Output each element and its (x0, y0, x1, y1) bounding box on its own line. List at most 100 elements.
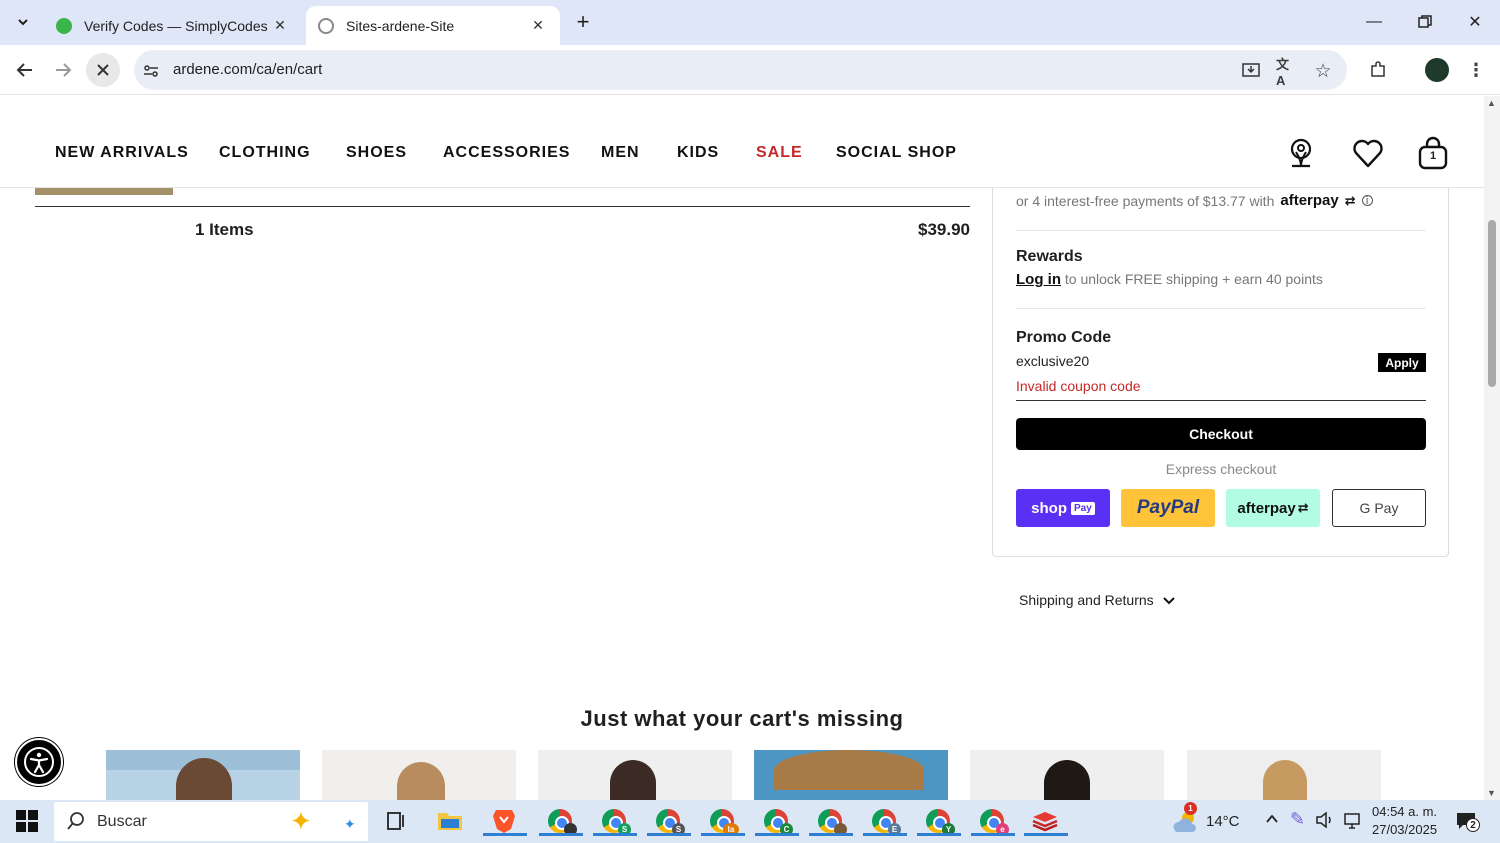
nav-accessories[interactable]: ACCESSORIES (443, 144, 570, 162)
file-explorer-icon[interactable] (435, 806, 465, 836)
apply-promo-button[interactable]: Apply (1378, 353, 1426, 372)
wishlist-heart-icon[interactable] (1350, 136, 1386, 172)
tab-simplycodes[interactable]: Verify Codes — SimplyCodes ✕ (44, 6, 302, 45)
active-app-indicator (539, 833, 583, 836)
extensions-icon[interactable] (1361, 53, 1395, 87)
profile-avatar[interactable] (1420, 53, 1454, 87)
nav-sale[interactable]: SALE (756, 144, 803, 162)
chrome-profile-icon[interactable]: e (971, 806, 1015, 836)
cart-bag-icon[interactable]: 1 (1415, 136, 1451, 172)
temperature-text: 14°C (1206, 813, 1240, 830)
translate-icon[interactable]: 文A (1276, 57, 1298, 88)
active-app-indicator (483, 833, 527, 836)
site-settings-icon[interactable] (140, 60, 162, 82)
copilot-sparkle-icon: ✦ (290, 806, 312, 836)
checkout-button[interactable]: Checkout (1016, 418, 1426, 450)
promo-code-input[interactable]: exclusive20 (1016, 353, 1089, 369)
chrome-profile-icon[interactable]: S (593, 806, 637, 836)
simplycodes-favicon-icon (56, 17, 72, 34)
chrome-profile-icon[interactable]: C (755, 806, 799, 836)
paypal-button[interactable]: PayPal (1121, 489, 1215, 527)
product-card-image[interactable] (754, 750, 948, 800)
google-pay-label: G Pay (1359, 500, 1399, 516)
notifications-icon[interactable]: 2 (1455, 811, 1480, 836)
pen-icon[interactable]: ✎ (1290, 809, 1305, 830)
brave-browser-icon[interactable] (483, 806, 527, 836)
login-link[interactable]: Log in (1016, 271, 1061, 288)
order-summary-panel: or 4 interest-free payments of $13.77 wi… (992, 188, 1449, 557)
afterpay-installments-text: or 4 interest-free payments of $13.77 wi… (1016, 192, 1275, 209)
stack-app-icon[interactable] (1024, 806, 1068, 836)
close-tab-icon[interactable]: ✕ (270, 17, 290, 34)
tab-title: Sites-ardene-Site (346, 17, 455, 34)
taskbar-search-box[interactable]: Buscar ✦ ✦ (54, 802, 368, 841)
chrome-profile-icon[interactable] (539, 806, 583, 836)
afterpay-logo-arrows-icon: ⇄ (1344, 192, 1356, 208)
install-app-icon[interactable] (1240, 60, 1262, 82)
stop-loading-icon[interactable] (86, 53, 120, 87)
task-view-icon[interactable] (381, 806, 411, 836)
shipping-returns-toggle[interactable]: Shipping and Returns (1019, 592, 1176, 608)
clock-time: 04:54 a. m. (1372, 804, 1438, 819)
search-icon (66, 811, 86, 836)
scroll-down-arrow-icon[interactable]: ▼ (1487, 788, 1496, 798)
product-thumbnail[interactable] (35, 188, 173, 195)
divider (1016, 230, 1426, 231)
url-text: ardene.com/ca/en/cart (173, 61, 323, 78)
restore-icon[interactable] (1410, 8, 1440, 36)
nav-social-shop[interactable]: SOCIAL SHOP (836, 144, 957, 162)
chrome-profile-icon[interactable]: Y (917, 806, 961, 836)
active-app-indicator (1024, 833, 1068, 836)
nav-kids[interactable]: KIDS (677, 144, 719, 162)
active-app-indicator (971, 833, 1015, 836)
close-tab-icon[interactable]: ✕ (528, 17, 548, 34)
product-card-image[interactable] (970, 750, 1164, 800)
minimize-icon[interactable]: — (1359, 8, 1389, 36)
google-pay-button[interactable]: G Pay (1332, 489, 1426, 527)
close-window-icon[interactable]: ✕ (1460, 8, 1490, 36)
nav-shoes[interactable]: SHOES (346, 144, 407, 162)
address-bar[interactable]: ardene.com/ca/en/cart 文A ☆ (134, 50, 1347, 90)
product-card-image[interactable] (322, 750, 516, 800)
chrome-profile-icon[interactable] (809, 806, 853, 836)
tab-ardene[interactable]: Sites-ardene-Site ✕ (306, 6, 560, 45)
nav-men[interactable]: MEN (601, 144, 640, 162)
site-header: NEW ARRIVALS CLOTHING SHOES ACCESSORIES … (0, 96, 1484, 188)
new-tab-icon[interactable]: + (568, 8, 598, 36)
back-icon[interactable] (8, 53, 42, 87)
browser-menu-icon[interactable]: ⋮ (1459, 53, 1493, 87)
tab-title: Verify Codes — SimplyCodes (84, 17, 268, 34)
scrollbar-thumb[interactable] (1488, 220, 1496, 387)
bookmark-star-icon[interactable]: ☆ (1312, 60, 1334, 82)
promo-input-underline (1016, 400, 1426, 401)
windows-taskbar: Buscar ✦ ✦ S S la C E Y e 1 14°C ✎ 04:54… (0, 800, 1500, 843)
weather-icon[interactable]: 1 (1169, 802, 1201, 836)
info-icon[interactable]: i (1361, 195, 1373, 207)
active-app-indicator (917, 833, 961, 836)
scroll-up-arrow-icon[interactable]: ▲ (1487, 98, 1496, 108)
accessibility-widget-icon[interactable] (15, 738, 63, 786)
product-card-image[interactable] (1187, 750, 1381, 800)
rewards-text: to unlock FREE shipping + earn 40 points (1064, 271, 1323, 287)
windows-start-icon[interactable] (12, 806, 42, 836)
nav-new-arrivals[interactable]: NEW ARRIVALS (55, 144, 189, 162)
tab-search-chevron-icon[interactable] (8, 8, 38, 36)
nav-clothing[interactable]: CLOTHING (219, 144, 311, 162)
shop-pay-button[interactable]: shop Pay (1016, 489, 1110, 527)
afterpay-button[interactable]: afterpay ⇄ (1226, 489, 1320, 527)
volume-icon[interactable] (1315, 811, 1335, 834)
chrome-profile-icon[interactable]: la (701, 806, 745, 836)
product-card-image[interactable] (106, 750, 300, 800)
show-hidden-icons-chevron-icon[interactable] (1264, 811, 1280, 832)
store-locator-icon[interactable] (1283, 136, 1319, 172)
chrome-profile-icon[interactable]: S (647, 806, 691, 836)
chrome-profile-icon[interactable]: E (863, 806, 907, 836)
shop-pay-pay-text: Pay (1071, 501, 1095, 515)
active-app-indicator (809, 833, 853, 836)
network-icon[interactable] (1342, 812, 1362, 835)
system-clock[interactable]: 04:54 a. m. 27/03/2025 (1372, 803, 1437, 839)
page-scrollbar[interactable]: ▲ ▼ (1484, 96, 1500, 800)
product-card-image[interactable] (538, 750, 732, 800)
shipping-returns-label: Shipping and Returns (1019, 592, 1154, 608)
forward-icon[interactable] (46, 53, 80, 87)
